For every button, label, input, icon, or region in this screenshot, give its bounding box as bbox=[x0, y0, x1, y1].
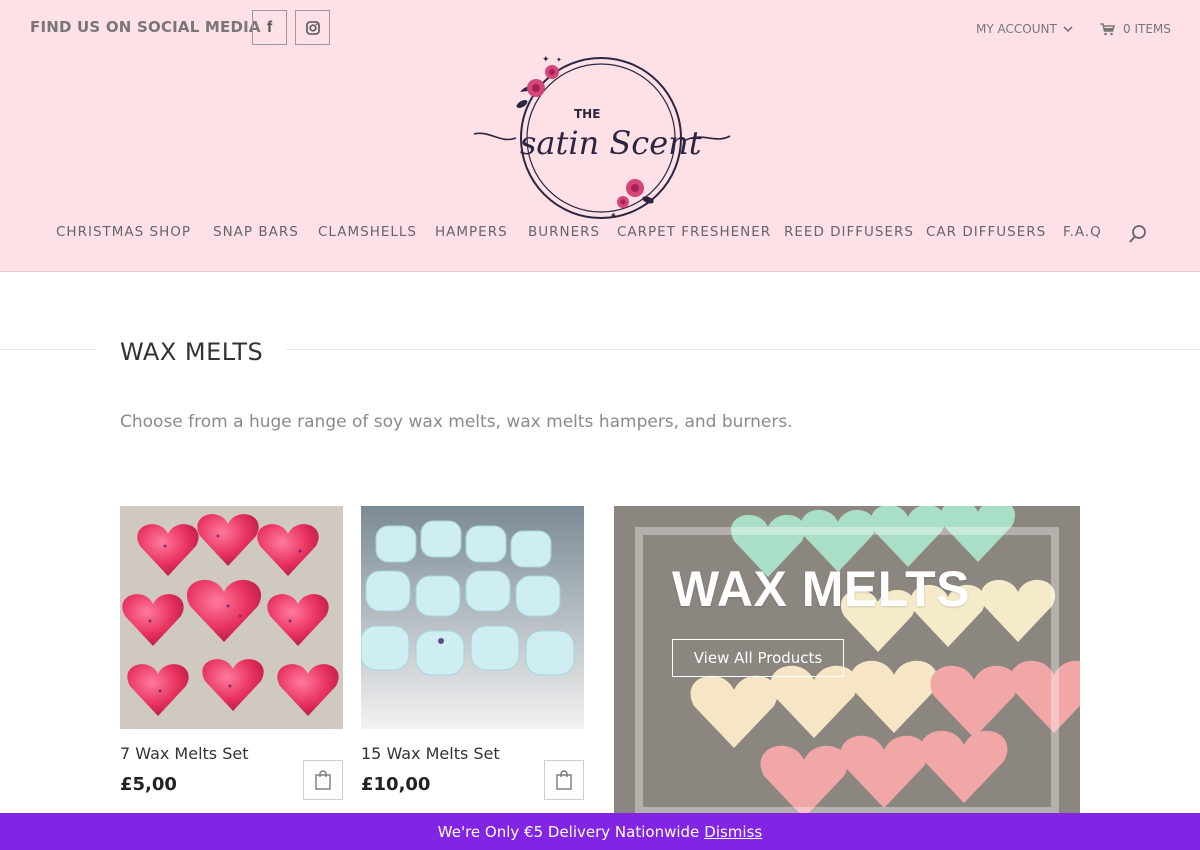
product-image-pink-hearts[interactable] bbox=[120, 506, 343, 729]
my-account-menu[interactable]: MY ACCOUNT bbox=[976, 22, 1073, 36]
nav-item-clamshells[interactable]: CLAMSHELLS bbox=[318, 224, 417, 240]
my-account-label: MY ACCOUNT bbox=[976, 22, 1057, 36]
nav-item-burners[interactable]: BURNERS bbox=[528, 224, 600, 240]
social-media-label: FIND US ON SOCIAL MEDIA bbox=[30, 18, 261, 36]
logo-line1: THE bbox=[574, 107, 600, 121]
nav-item-faq[interactable]: F.A.Q bbox=[1063, 224, 1102, 240]
section-intro: Choose from a huge range of soy wax melt… bbox=[120, 412, 793, 432]
search-icon[interactable] bbox=[1128, 224, 1148, 244]
section-title: WAX MELTS bbox=[120, 338, 264, 366]
instagram-button[interactable] bbox=[295, 10, 330, 45]
product-price: £5,00 bbox=[120, 774, 177, 795]
divider-right bbox=[285, 349, 1200, 350]
logo-line2: satin Scent bbox=[520, 124, 702, 162]
site-logo[interactable]: ✦ ✦ ✦ THE satin Scent bbox=[470, 52, 732, 222]
logo-graphic: ✦ ✦ ✦ THE satin Scent bbox=[473, 55, 731, 220]
notice-text: We're Only €5 Delivery Nationwide bbox=[437, 822, 700, 841]
banner-title: WAX MELTS bbox=[672, 561, 971, 617]
divider-left bbox=[0, 349, 96, 350]
cart-count-label: 0 ITEMS bbox=[1123, 22, 1171, 36]
product-name[interactable]: 15 Wax Melts Set bbox=[361, 744, 500, 763]
facebook-icon: f bbox=[266, 18, 273, 36]
product-image-blue-melts[interactable] bbox=[361, 506, 584, 729]
product-card: 15 Wax Melts Set £10,00 bbox=[361, 506, 584, 800]
wax-melts-banner[interactable]: WAX MELTS View All Products bbox=[614, 506, 1080, 816]
nav-item-christmas-shop[interactable]: CHRISTMAS SHOP bbox=[56, 224, 191, 240]
dismiss-link[interactable]: Dismiss bbox=[704, 823, 762, 841]
nav-item-reed-diffusers[interactable]: REED DIFFUSERS bbox=[784, 224, 914, 240]
add-to-cart-button[interactable] bbox=[544, 760, 584, 800]
svg-text:✦: ✦ bbox=[542, 55, 550, 65]
product-price: £10,00 bbox=[361, 774, 431, 795]
facebook-button[interactable]: f bbox=[252, 10, 287, 45]
store-notice-bar: We're Only €5 Delivery Nationwide Dismis… bbox=[0, 813, 1200, 850]
shopping-bag-icon bbox=[556, 770, 572, 790]
cart-link[interactable]: 0 ITEMS bbox=[1100, 22, 1171, 36]
chevron-down-icon bbox=[1063, 25, 1073, 32]
main-nav: CHRISTMAS SHOP SNAP BARS CLAMSHELLS HAMP… bbox=[0, 224, 1200, 246]
svg-text:✦: ✦ bbox=[556, 56, 562, 64]
cart-icon bbox=[1100, 22, 1115, 35]
instagram-icon bbox=[305, 20, 320, 35]
shopping-bag-icon bbox=[315, 770, 331, 790]
svg-text:✦: ✦ bbox=[610, 211, 617, 220]
nav-item-car-diffusers[interactable]: CAR DIFFUSERS bbox=[926, 224, 1046, 240]
nav-item-carpet-freshener[interactable]: CARPET FRESHENER bbox=[617, 224, 771, 240]
nav-item-hampers[interactable]: HAMPERS bbox=[435, 224, 508, 240]
product-card: 7 Wax Melts Set £5,00 bbox=[120, 506, 343, 800]
product-name[interactable]: 7 Wax Melts Set bbox=[120, 744, 248, 763]
nav-item-snap-bars[interactable]: SNAP BARS bbox=[213, 224, 299, 240]
add-to-cart-button[interactable] bbox=[303, 760, 343, 800]
view-all-products-button[interactable]: View All Products bbox=[672, 639, 844, 677]
site-header: FIND US ON SOCIAL MEDIA f MY ACCOUNT 0 I… bbox=[0, 0, 1200, 272]
